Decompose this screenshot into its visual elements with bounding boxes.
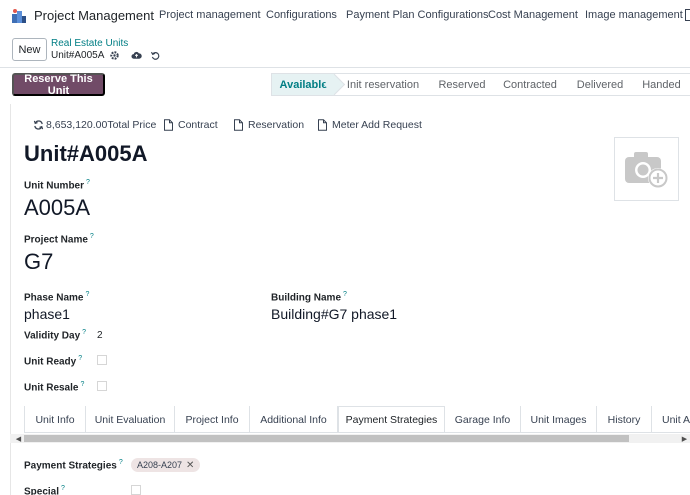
unit-image-upload[interactable] [614, 137, 679, 201]
cloud-upload-icon[interactable] [131, 50, 142, 61]
tabs-scrollbar-thumb[interactable] [24, 435, 629, 442]
help-icon[interactable]: ? [82, 329, 86, 336]
tab-unit-info[interactable]: Unit Info [24, 406, 86, 432]
top-navbar: Project Management Project management Co… [0, 0, 690, 32]
stage-delivered[interactable]: Delivered [567, 73, 633, 96]
tab-unit-images[interactable]: Unit Images [521, 406, 597, 432]
discard-icon[interactable] [150, 50, 161, 61]
tab-additional-info[interactable]: Additional Info [250, 406, 338, 432]
total-price-label: Total Price [107, 119, 157, 131]
meter-add-request-label: Meter Add Request [332, 119, 422, 131]
reserve-unit-button[interactable]: Reserve This Unit [12, 73, 105, 97]
building-name-field[interactable]: Building#G7 phase1 [271, 306, 397, 322]
phase-name-field[interactable]: phase1 [24, 306, 70, 322]
tab-garage-info[interactable]: Garage Info [445, 406, 521, 432]
tab-payment-strategies[interactable]: Payment Strategies [338, 406, 445, 432]
phase-name-label: Phase Name? [24, 291, 90, 304]
help-icon[interactable]: ? [119, 459, 123, 466]
record-title[interactable]: Unit#A005A [24, 141, 147, 167]
tab-project-info[interactable]: Project Info [175, 406, 250, 432]
total-price-value: 8,653,120.00 [46, 119, 108, 131]
menu-payment-plan-configurations[interactable]: Payment Plan Configurations [346, 9, 488, 21]
app-logo-icon[interactable] [11, 8, 27, 24]
unit-number-label: Unit Number? [24, 179, 90, 192]
tab-unit-evaluation[interactable]: Unit Evaluation [86, 406, 175, 432]
tag-label: A208-A207 [137, 460, 183, 470]
payment-strategy-tag: A208-A207 ✕ [131, 458, 201, 472]
stage-contracted[interactable]: Contracted [493, 73, 567, 96]
reservation-label: Reservation [248, 119, 305, 131]
payment-strategies-label: Payment Strategies? [24, 459, 123, 472]
help-icon[interactable]: ? [90, 233, 94, 240]
stage-reserved[interactable]: Reserved [431, 73, 493, 96]
help-icon[interactable]: ? [80, 381, 84, 388]
new-button[interactable]: New [12, 38, 47, 61]
help-icon[interactable]: ? [85, 291, 89, 298]
validity-day-field[interactable]: 2 [97, 330, 103, 341]
help-icon[interactable]: ? [343, 291, 347, 298]
stage-available[interactable]: Available [271, 73, 335, 96]
camera-add-icon [624, 152, 668, 188]
close-icon[interactable]: ✕ [186, 460, 194, 471]
project-name-label: Project Name? [24, 233, 94, 246]
breadcrumb-parent-link[interactable]: Real Estate Units [51, 38, 128, 49]
unit-ready-label: Unit Ready? [24, 355, 83, 368]
statusbar: Available Init reservation Reserved Cont… [271, 73, 690, 96]
stage-handed[interactable]: Handed [633, 73, 690, 96]
app-name[interactable]: Project Management [34, 8, 154, 23]
help-icon[interactable]: ? [61, 485, 65, 492]
unit-resale-label: Unit Resale? [24, 381, 85, 394]
file-icon [234, 119, 243, 131]
special-label: Special? [24, 485, 65, 495]
special-checkbox[interactable] [131, 485, 141, 495]
building-name-label: Building Name? [271, 291, 347, 304]
menu-configurations[interactable]: Configurations [266, 9, 337, 21]
stage-init-reservation[interactable]: Init reservation [335, 73, 431, 96]
menu-cost-management[interactable]: Cost Management [488, 9, 578, 21]
scroll-right-icon[interactable]: ▶ [680, 434, 689, 443]
menu-image-management[interactable]: Image management [585, 9, 683, 21]
meter-add-request-smart-button[interactable]: Meter Add Request [317, 119, 422, 131]
scroll-left-icon[interactable]: ◀ [14, 434, 23, 443]
tab-history[interactable]: History [597, 406, 652, 432]
header-divider [0, 67, 690, 68]
file-icon [318, 119, 327, 131]
help-icon[interactable]: ? [78, 355, 82, 362]
breadcrumb-current: Unit#A005A [51, 50, 105, 61]
unit-number-field[interactable]: A005A [24, 195, 90, 221]
contract-smart-button[interactable]: Contract [163, 119, 218, 131]
gear-icon[interactable] [109, 50, 120, 61]
project-name-field[interactable]: G7 [24, 249, 53, 275]
reservation-smart-button[interactable]: Reservation [233, 119, 304, 131]
notebook-tabs: Unit Info Unit Evaluation Project Info A… [24, 406, 690, 433]
validity-day-label: Validity Day? [24, 329, 87, 342]
menu-project-management[interactable]: Project management [159, 9, 261, 21]
total-price-smart-button[interactable]: 8,653,120.00Total Price [33, 119, 156, 131]
tab-unit-a[interactable]: Unit A [652, 406, 690, 432]
file-icon [164, 119, 173, 131]
unit-ready-checkbox[interactable] [97, 355, 107, 365]
refresh-icon [33, 120, 44, 130]
unit-resale-checkbox[interactable] [97, 381, 107, 391]
contract-label: Contract [178, 119, 218, 131]
menu-overflow-icon[interactable] [685, 9, 690, 21]
help-icon[interactable]: ? [86, 179, 90, 186]
